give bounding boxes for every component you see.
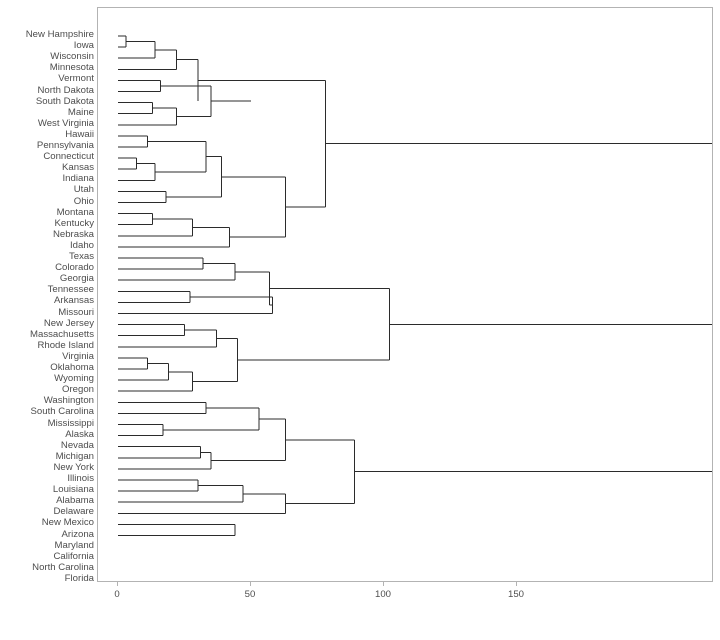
leaf-label: New York: [53, 461, 94, 473]
leaf-label: Nevada: [60, 439, 94, 451]
leaf-label: South Dakota: [35, 95, 94, 107]
leaf-label: Montana: [56, 206, 94, 218]
leaf-label: Florida: [64, 572, 94, 584]
dendrogram-figure: New Hampshire Iowa Wisconsin Minnesota Vermo…: [0, 0, 720, 640]
leaf-label: Kentucky: [54, 217, 94, 229]
leaf-label: New Mexico: [41, 517, 94, 529]
leaf-label: Illinois: [67, 473, 94, 484]
dendrogram-tree: [118, 35, 712, 536]
leaf-label: Missouri: [58, 306, 94, 318]
leaf-label: Wyoming: [54, 373, 94, 385]
leaf-label: Pennsylvania: [36, 140, 94, 151]
leaf-label: Oregon: [62, 384, 94, 396]
leaf-label: North Dakota: [37, 84, 94, 96]
leaf-label: New Hampshire: [25, 29, 94, 40]
leaf-label: Massachusetts: [30, 328, 94, 340]
leaf-label: Idaho: [69, 239, 94, 251]
leaf-label: Oklahoma: [50, 362, 94, 373]
leaf-label: Colorado: [55, 262, 94, 274]
leaf-label: Michigan: [55, 450, 94, 462]
leaf-label: Maine: [67, 106, 94, 118]
x-tick-label: 150: [507, 589, 524, 600]
leaf-label: South Carolina: [30, 406, 94, 418]
y-axis-leaf-labels: New Hampshire Iowa Wisconsin Minnesota Vermo…: [0, 0, 94, 640]
leaf-label: Mississippi: [47, 417, 94, 429]
leaf-label: Utah: [73, 184, 94, 196]
leaf-label: Hawaii: [65, 128, 94, 140]
x-tick-label: 0: [114, 589, 120, 600]
leaf-label: Rhode Island: [37, 339, 94, 351]
leaf-label: Virginia: [62, 350, 94, 362]
leaf-label: Kansas: [62, 162, 94, 174]
x-tick-mark: [383, 582, 384, 586]
leaf-label: Delaware: [53, 506, 94, 518]
x-tick-mark: [250, 582, 251, 586]
leaf-label: Alabama: [56, 495, 94, 507]
leaf-label: Alaska: [65, 428, 94, 440]
leaf-label: Wisconsin: [50, 51, 94, 63]
leaf-label: Washington: [43, 395, 94, 407]
x-tick-label: 50: [244, 589, 256, 600]
plot-panel: [97, 7, 713, 582]
leaf-label: Maryland: [54, 539, 94, 551]
x-tick-mark: [516, 582, 517, 586]
leaf-label: Nebraska: [52, 228, 94, 240]
leaf-label: West Virginia: [37, 117, 94, 129]
leaf-label: Vermont: [58, 73, 94, 85]
x-tick-mark: [117, 582, 118, 586]
leaf-label: Georgia: [59, 273, 94, 285]
leaf-label: Arkansas: [54, 295, 94, 307]
leaf-label: New Jersey: [43, 317, 94, 329]
leaf-label: Arizona: [61, 528, 94, 540]
leaf-label: Iowa: [73, 40, 94, 52]
leaf-label: Texas: [68, 251, 94, 262]
leaf-label: Tennessee: [47, 284, 94, 296]
leaf-label: Ohio: [73, 195, 94, 207]
leaf-label: Louisiana: [52, 484, 94, 496]
leaf-label: Connecticut: [43, 151, 94, 163]
leaf-label: Minnesota: [49, 62, 94, 74]
leaf-label: California: [53, 550, 94, 562]
leaf-label: Indiana: [62, 173, 94, 185]
x-tick-label: 100: [374, 589, 391, 600]
leaf-label: North Carolina: [32, 561, 94, 573]
